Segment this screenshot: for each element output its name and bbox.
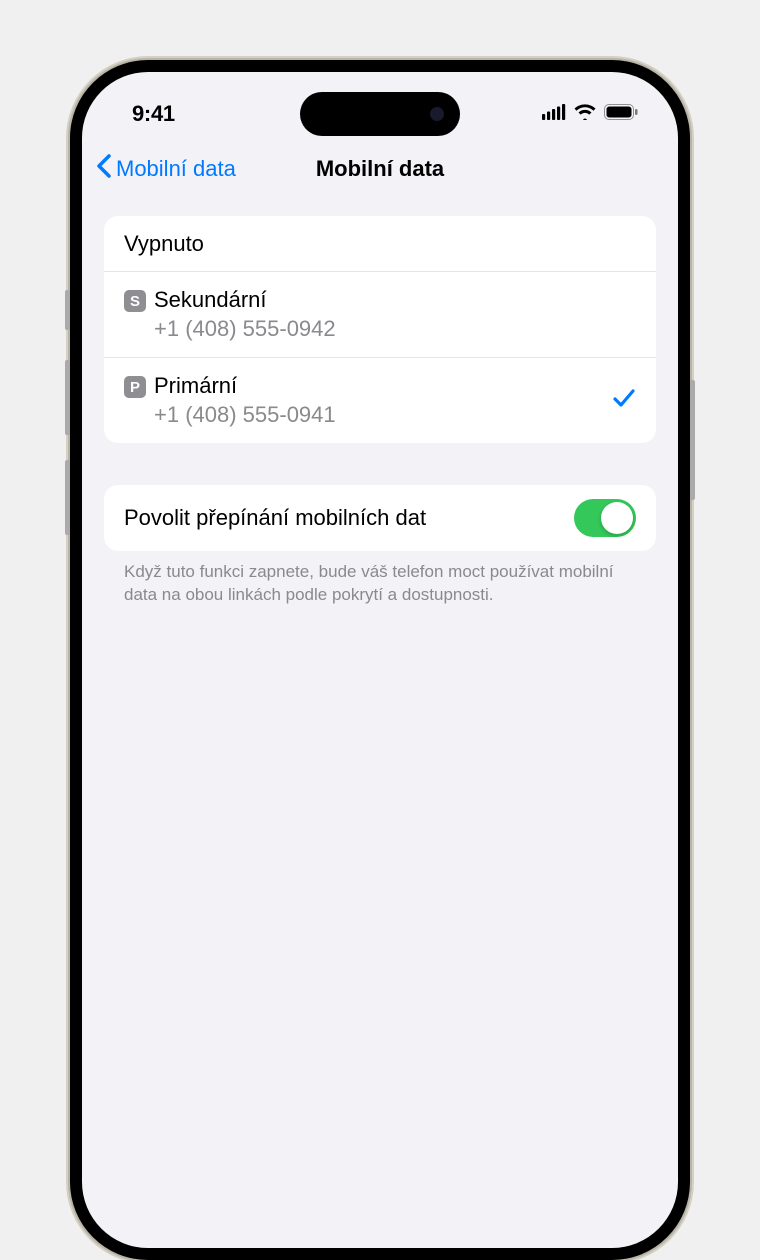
footer-description: Když tuto funkci zapnete, bude váš telef… <box>104 551 656 607</box>
allow-data-switching-toggle[interactable] <box>574 499 636 537</box>
toggle-label: Povolit přepínání mobilních dat <box>124 505 426 531</box>
sim-info: P Primární +1 (408) 555-0941 <box>124 372 336 429</box>
status-icons <box>542 104 638 125</box>
back-button[interactable]: Mobilní data <box>96 154 236 184</box>
dynamic-island <box>300 92 460 136</box>
chevron-left-icon <box>96 154 112 184</box>
nav-bar: Mobilní data Mobilní data <box>82 142 678 198</box>
side-button <box>65 460 70 535</box>
sim-badge-icon: S <box>124 290 146 312</box>
checkmark-icon <box>612 387 636 414</box>
wifi-icon <box>574 104 596 125</box>
back-label: Mobilní data <box>116 156 236 182</box>
phone-frame: 9:41 <box>70 60 690 1260</box>
sim-number: +1 (408) 555-0941 <box>154 401 336 430</box>
option-off-label: Vypnuto <box>124 231 204 257</box>
sim-name: Sekundární <box>154 286 336 315</box>
sim-selection-group: Vypnuto S Sekundární +1 (408) 555-0942 P <box>104 216 656 443</box>
option-off[interactable]: Vypnuto <box>104 216 656 272</box>
toggle-group: Povolit přepínání mobilních dat <box>104 485 656 551</box>
sim-name: Primární <box>154 372 336 401</box>
page-title: Mobilní data <box>316 156 444 182</box>
option-sim-primary[interactable]: P Primární +1 (408) 555-0941 <box>104 358 656 443</box>
sim-number: +1 (408) 555-0942 <box>154 315 336 344</box>
sim-badge-icon: P <box>124 376 146 398</box>
cellular-icon <box>542 104 566 125</box>
option-sim-secondary[interactable]: S Sekundární +1 (408) 555-0942 <box>104 272 656 358</box>
side-button <box>690 380 695 500</box>
status-time: 9:41 <box>132 101 175 127</box>
side-button <box>65 360 70 435</box>
toggle-knob <box>601 502 633 534</box>
screen: 9:41 <box>82 72 678 1248</box>
battery-icon <box>604 104 638 125</box>
side-button <box>65 290 70 330</box>
allow-data-switching-row: Povolit přepínání mobilních dat <box>104 485 656 551</box>
sim-info: S Sekundární +1 (408) 555-0942 <box>124 286 336 343</box>
content: Vypnuto S Sekundární +1 (408) 555-0942 P <box>82 198 678 607</box>
